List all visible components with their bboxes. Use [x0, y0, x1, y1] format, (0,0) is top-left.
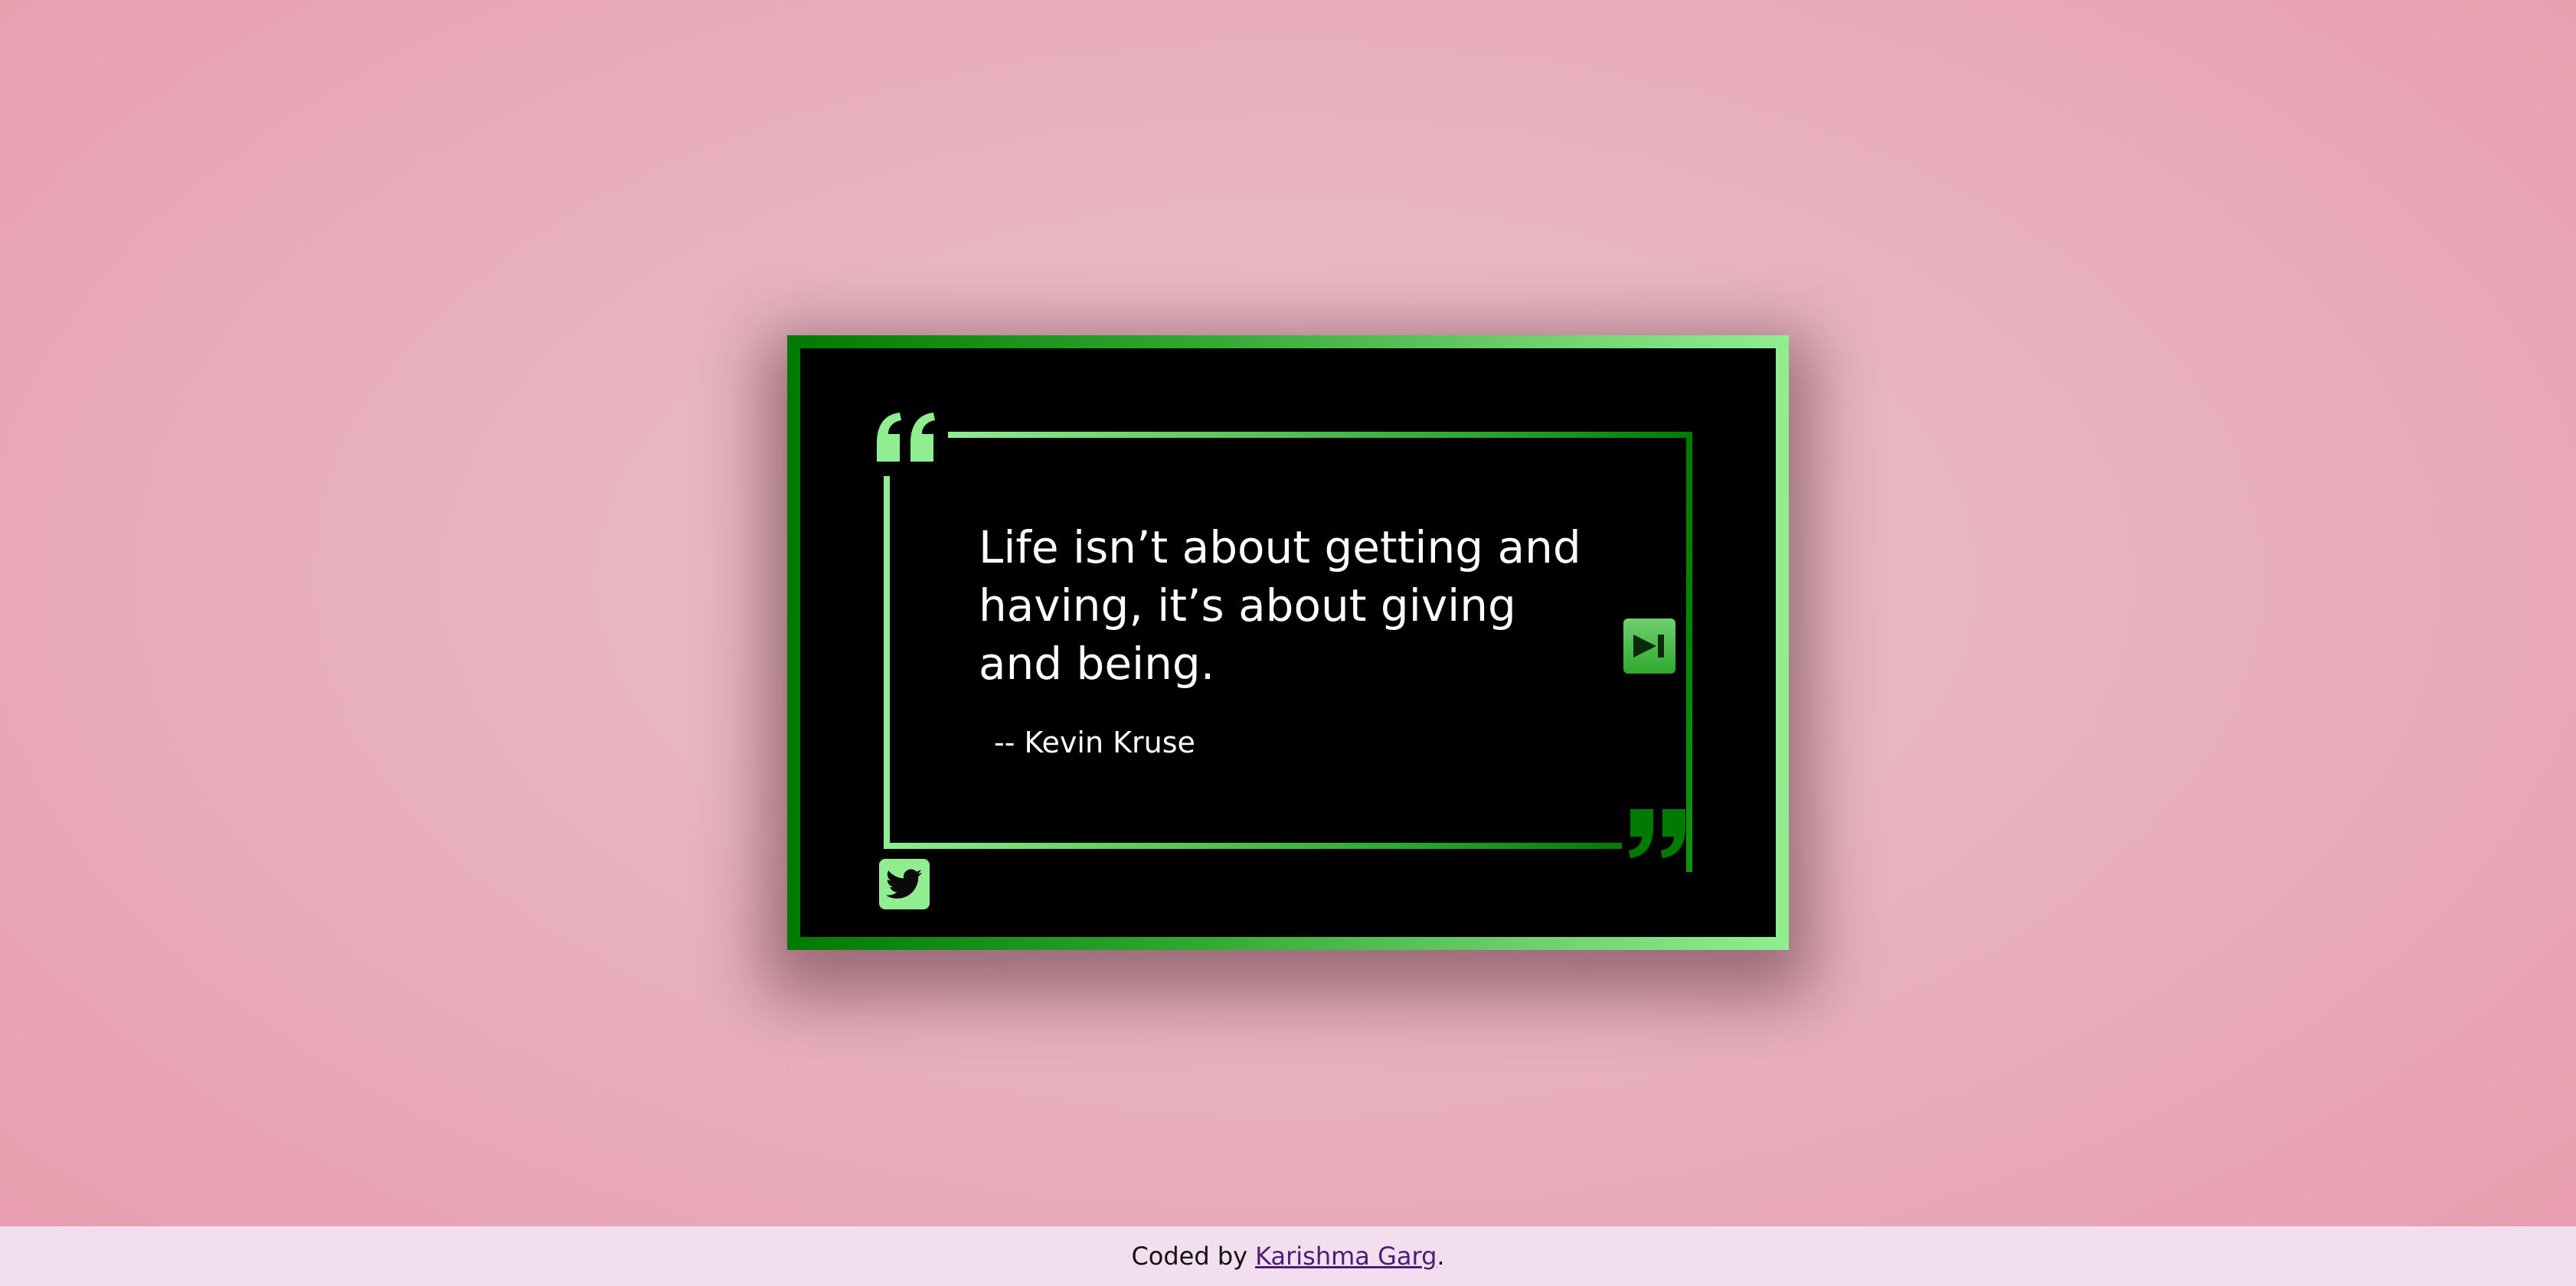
footer-suffix: .: [1437, 1242, 1445, 1271]
quote-card-inner: Life isn’t about getting and having, it’…: [800, 348, 1776, 937]
frame-line-bottom: [884, 843, 1622, 849]
frame-line-left: [884, 476, 890, 849]
footer-prefix: Coded by: [1131, 1242, 1248, 1271]
frame-line-right: [1686, 432, 1692, 872]
new-quote-button[interactable]: [1623, 619, 1675, 674]
twitter-icon: [886, 869, 922, 899]
skip-forward-icon: [1633, 635, 1664, 658]
quote-right-icon: [1629, 809, 1685, 858]
page-background: Life isn’t about getting and having, it’…: [0, 0, 2576, 1226]
quote-card: Life isn’t about getting and having, it’…: [787, 335, 1789, 950]
quote-author: -- Kevin Kruse: [994, 726, 1195, 759]
footer-author-link[interactable]: Karishma Garg: [1255, 1242, 1437, 1271]
quote-text: Life isn’t about getting and having, it’…: [979, 521, 1581, 690]
footer: Coded by Karishma Garg .: [0, 1226, 2576, 1286]
frame-line-top: [948, 432, 1692, 438]
tweet-quote-button[interactable]: [879, 859, 930, 909]
quote-left-icon: [877, 413, 935, 462]
